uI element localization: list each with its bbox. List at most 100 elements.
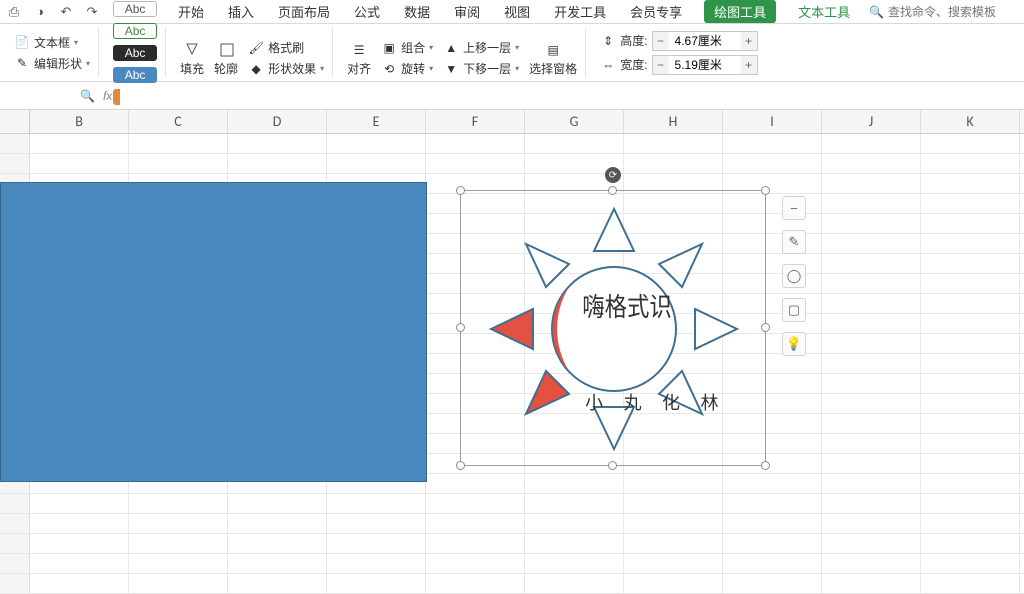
corner-cell[interactable]: [0, 110, 30, 133]
search-input[interactable]: [888, 5, 1018, 19]
moveup-button[interactable]: ▲ 上移一层▾: [443, 39, 519, 56]
column-headers: B C D E F G H I J K: [0, 110, 1024, 134]
ribbon-group-format: 填充 轮廓 🖌 格式刷 ◆ 形状效果 ▾: [172, 28, 333, 77]
col-head[interactable]: E: [327, 110, 426, 133]
menu-bar: 开始 插入 页面布局 公式 数据 审阅 视图 开发工具 会员专享 绘图工具 文本…: [176, 0, 852, 23]
movedown-label: 下移一层: [463, 60, 511, 77]
group-button[interactable]: ▣ 组合▾: [381, 39, 433, 56]
formula-input[interactable]: [120, 86, 1016, 106]
sun-text-2: 小 丸 化 林: [585, 389, 727, 415]
width-icon: ⇔: [600, 57, 616, 73]
sun-text-1: 嗨格式识: [582, 287, 671, 324]
width-minus[interactable]: −: [653, 56, 669, 74]
group-label: 组合: [401, 39, 425, 56]
style-preset-3[interactable]: Abc: [113, 45, 157, 61]
style-preset-4[interactable]: Abc: [113, 67, 157, 83]
resize-handle-mr[interactable]: [761, 323, 770, 332]
undo-icon[interactable]: ↶: [58, 4, 74, 20]
side-minus-button[interactable]: −: [782, 196, 806, 220]
menu-pagelayout[interactable]: 页面布局: [276, 0, 332, 23]
height-input[interactable]: [669, 34, 741, 48]
fx-label[interactable]: fx: [103, 89, 112, 103]
print-icon[interactable]: ⎙: [6, 4, 22, 20]
width-spinner[interactable]: − +: [652, 55, 758, 75]
col-head[interactable]: D: [228, 110, 327, 133]
fill-button[interactable]: 填充: [180, 42, 204, 77]
menu-insert[interactable]: 插入: [226, 0, 256, 23]
side-mini-toolbar: − ✎ ◯ ▢ 💡: [782, 196, 806, 356]
ribbon-group-arrange: ☰ 对齐 ▣ 组合▾ ⟲ 旋转▾ ▲ 上移一层▾ ▼ 下移一层▾ ▤: [339, 28, 586, 77]
resize-handle-ml[interactable]: [456, 323, 465, 332]
menu-review[interactable]: 审阅: [452, 0, 482, 23]
menu-data[interactable]: 数据: [402, 0, 432, 23]
resize-handle-tr[interactable]: [761, 186, 770, 195]
resize-handle-tc[interactable]: [608, 186, 617, 195]
width-plus[interactable]: +: [741, 56, 757, 74]
shape-selection-frame[interactable]: ⟳: [460, 190, 766, 466]
side-shape-button[interactable]: ◯: [782, 264, 806, 288]
dropdown-icon: ▾: [86, 59, 90, 68]
movedown-button[interactable]: ▼ 下移一层▾: [443, 60, 519, 77]
menu-texttool[interactable]: 文本工具: [796, 0, 852, 23]
side-bulb-button[interactable]: 💡: [782, 332, 806, 356]
height-minus[interactable]: −: [653, 32, 669, 50]
side-rect-button[interactable]: ▢: [782, 298, 806, 322]
redo-icon[interactable]: ↷: [84, 4, 100, 20]
moveup-label: 上移一层: [463, 39, 511, 56]
resize-handle-br[interactable]: [761, 461, 770, 470]
shapeeffect-label: 形状效果: [268, 60, 316, 77]
menu-view[interactable]: 视图: [502, 0, 532, 23]
name-box[interactable]: [8, 86, 58, 106]
textbox-label: 文本框: [34, 34, 70, 51]
col-head[interactable]: B: [30, 110, 129, 133]
align-label: 对齐: [347, 60, 371, 77]
dropdown-icon: ▾: [74, 38, 78, 47]
resize-handle-tl[interactable]: [456, 186, 465, 195]
side-pencil-button[interactable]: ✎: [782, 230, 806, 254]
menu-member[interactable]: 会员专享: [628, 0, 684, 23]
width-label: 宽度:: [620, 56, 647, 73]
menu-dev[interactable]: 开发工具: [552, 0, 608, 23]
editshape-button[interactable]: ✎ 编辑形状 ▾: [14, 55, 90, 72]
resize-handle-bc[interactable]: [608, 461, 617, 470]
menu-formula[interactable]: 公式: [352, 0, 382, 23]
height-plus[interactable]: +: [741, 32, 757, 50]
col-head[interactable]: H: [624, 110, 723, 133]
height-spinner[interactable]: − +: [652, 31, 758, 51]
col-head[interactable]: I: [723, 110, 822, 133]
up-icon: ▲: [443, 40, 459, 56]
outline-button[interactable]: 轮廓: [214, 42, 238, 77]
search-box[interactable]: 🔍: [869, 5, 1018, 19]
textbox-button[interactable]: 📄 文本框 ▾: [14, 34, 90, 51]
grid-area[interactable]: ⟳: [0, 134, 1024, 594]
rotate-handle[interactable]: ⟳: [605, 167, 621, 183]
blue-rectangle-shape[interactable]: [0, 182, 427, 482]
col-head[interactable]: K: [921, 110, 1020, 133]
col-head[interactable]: G: [525, 110, 624, 133]
ribbon: 📄 文本框 ▾ ✎ 编辑形状 ▾ Abc Abc Abc Abc Abc 填充 …: [0, 24, 1024, 82]
selectionpane-button[interactable]: ▤ 选择窗格: [529, 42, 577, 77]
col-head[interactable]: F: [426, 110, 525, 133]
ribbon-group-shapeedit: 📄 文本框 ▾ ✎ 编辑形状 ▾: [6, 28, 99, 77]
formula-bar: 🔍 fx: [0, 82, 1024, 110]
rotate-button[interactable]: ⟲ 旋转▾: [381, 60, 433, 77]
zoom-icon[interactable]: 🔍: [80, 89, 95, 103]
style-preset-1[interactable]: Abc: [113, 1, 157, 17]
width-input[interactable]: [669, 58, 741, 72]
preview-icon[interactable]: ◑: [32, 4, 48, 20]
col-head[interactable]: J: [822, 110, 921, 133]
pane-icon: ▤: [545, 42, 561, 58]
search-icon: 🔍: [869, 5, 884, 19]
resize-handle-bl[interactable]: [456, 461, 465, 470]
shapeeffect-button[interactable]: ◆ 形状效果 ▾: [248, 60, 324, 77]
menu-drawtool[interactable]: 绘图工具: [704, 0, 776, 23]
style-preset-2[interactable]: Abc: [113, 23, 157, 39]
formatbrush-button[interactable]: 🖌 格式刷: [248, 39, 324, 56]
dropdown-icon: ▾: [320, 64, 324, 73]
menu-start[interactable]: 开始: [176, 0, 206, 23]
ribbon-group-styles: Abc Abc Abc Abc Abc: [105, 28, 166, 77]
align-button[interactable]: ☰ 对齐: [347, 42, 371, 77]
col-head[interactable]: C: [129, 110, 228, 133]
rotate-label: 旋转: [401, 60, 425, 77]
sun-shape[interactable]: 嗨格式识 小 丸 化 林: [491, 209, 737, 449]
